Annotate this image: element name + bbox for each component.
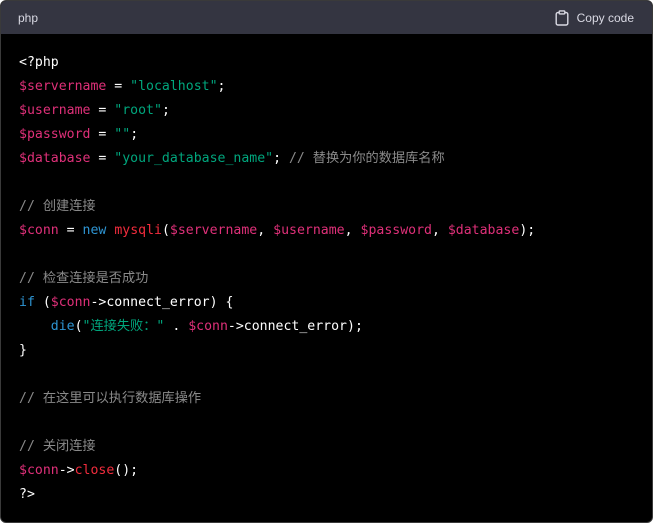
code-comment: // 创建连接 (19, 199, 96, 214)
code-variable: $password (360, 223, 432, 238)
code-string: "" (114, 127, 131, 142)
language-label: php (18, 10, 39, 25)
code-content: <?php $servername = "localhost"; $username… (1, 34, 652, 507)
code-line: if ($conn->connect_error) { (19, 291, 634, 315)
code-punctuation: ( (34, 295, 51, 310)
code-line: $conn->close(); (19, 459, 634, 483)
code-line: // 关闭连接 (19, 435, 634, 459)
code-line: $username = "root"; (19, 99, 634, 123)
code-string: "your_database_name" (114, 151, 274, 166)
code-line: // 检查连接是否成功 (19, 267, 634, 291)
code-operator: -> (58, 463, 75, 478)
code-keyword: new (82, 223, 107, 238)
code-operator: = (90, 127, 115, 142)
code-punctuation: (); (114, 463, 139, 478)
code-punctuation: , (344, 223, 361, 238)
code-punctuation: ; (161, 103, 170, 118)
code-variable: $servername (169, 223, 258, 238)
code-comment: // 在这里可以执行数据库操作 (19, 391, 202, 406)
code-operator: = (90, 151, 115, 166)
code-punctuation: ); (519, 223, 536, 238)
code-punctuation: ; (217, 79, 226, 94)
code-comment: // 替换为你的数据库名称 (288, 151, 445, 166)
code-string: "root" (114, 103, 162, 118)
code-line: die("连接失败：" . $conn->connect_error); (19, 315, 634, 339)
code-line: $conn = new mysqli($servername, $usernam… (19, 219, 634, 243)
php-open-tag: <?php (19, 55, 59, 70)
code-operator: = (58, 223, 83, 238)
code-string: "localhost" (130, 79, 218, 94)
code-punctuation: , (257, 223, 274, 238)
code-operator: = (106, 79, 131, 94)
code-string: "连接失败：" (82, 319, 165, 334)
code-plain: ->connect_error) { (90, 295, 234, 310)
code-comment: // 检查连接是否成功 (19, 271, 149, 286)
code-punctuation: , (431, 223, 448, 238)
code-function: die (50, 319, 75, 334)
code-variable: $conn (50, 295, 91, 310)
code-line: // 创建连接 (19, 195, 634, 219)
code-variable: $password (19, 127, 91, 142)
code-variable: $username (19, 103, 91, 118)
code-function: close (74, 463, 115, 478)
copy-code-label: Copy code (576, 10, 634, 25)
code-punctuation: ; (273, 151, 289, 166)
code-line: $database = "your_database_name"; // 替换为… (19, 147, 634, 171)
code-keyword: if (19, 295, 35, 310)
code-punctuation: ( (74, 319, 83, 334)
code-variable: $servername (19, 79, 107, 94)
php-close-tag: ?> (19, 487, 35, 502)
code-block: php Copy code <?php $servername = "localh… (0, 0, 653, 523)
code-variable: $database (447, 223, 520, 238)
code-line: <?php (19, 51, 634, 75)
code-variable: $conn (19, 463, 59, 478)
code-function: mysqli (114, 223, 162, 238)
code-operator: . (164, 319, 189, 334)
copy-code-button[interactable]: Copy code (555, 9, 634, 26)
code-operator: = (90, 103, 115, 118)
code-punctuation: ( (161, 223, 170, 238)
code-comment: // 关闭连接 (19, 439, 96, 454)
code-plain: ->connect_error); (227, 319, 363, 334)
code-variable: $conn (19, 223, 59, 238)
code-line: ?> (19, 483, 634, 507)
clipboard-icon (555, 9, 569, 26)
code-punctuation: } (19, 343, 27, 358)
code-line: $password = ""; (19, 123, 634, 147)
code-variable: $conn (188, 319, 228, 334)
code-line: // 在这里可以执行数据库操作 (19, 387, 634, 411)
code-variable: $username (273, 223, 345, 238)
code-variable: $database (19, 151, 91, 166)
code-block-header: php Copy code (1, 1, 652, 34)
code-line: } (19, 339, 634, 363)
code-punctuation: ; (130, 127, 139, 142)
code-line: $servername = "localhost"; (19, 75, 634, 99)
